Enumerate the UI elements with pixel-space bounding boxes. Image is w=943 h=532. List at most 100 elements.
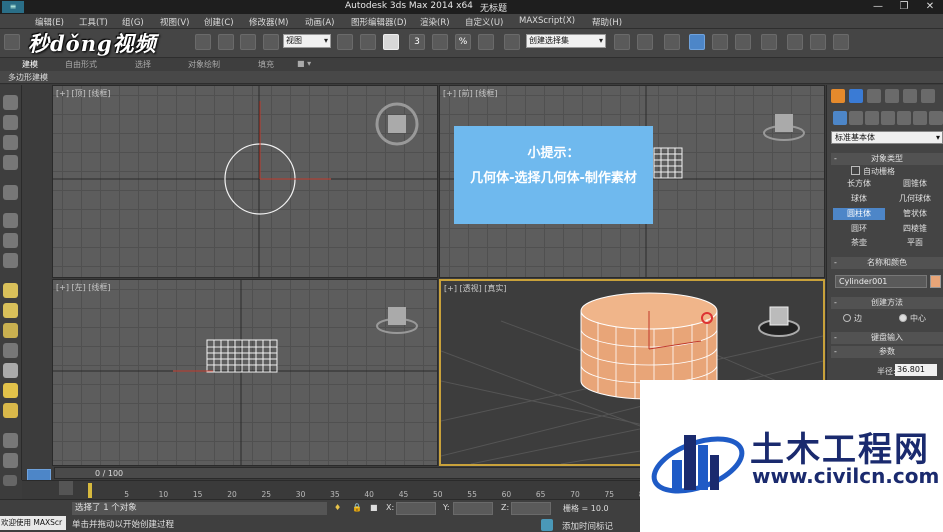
menu-group[interactable]: 组(G) [122,16,144,28]
eye-icon[interactable] [3,95,18,110]
angle-snap-icon[interactable] [432,34,448,50]
object-color-swatch[interactable] [930,275,941,288]
rotate-icon[interactable] [240,34,256,50]
align-icon[interactable] [637,34,653,50]
mini-curve-editor-icon[interactable] [59,481,73,495]
menu-modifiers[interactable]: 修改器(M) [249,16,288,28]
sun-icon[interactable] [3,383,18,398]
layer-manager-icon[interactable] [664,34,680,50]
menu-customize[interactable]: 自定义(U) [465,16,503,28]
lights-icon[interactable] [865,111,879,125]
rendered-frame-icon[interactable] [810,34,826,50]
graphite-tools-icon[interactable] [689,34,705,50]
named-selection-dropdown[interactable]: 创建选择集 [526,34,606,48]
shapes-icon[interactable] [849,111,863,125]
snap-toggle-icon[interactable]: 3 [409,34,425,50]
link-icon[interactable] [4,34,20,50]
ribbon-tab-modeling[interactable]: 建模 [22,59,38,70]
scale-icon[interactable] [263,34,279,50]
viewport-left[interactable]: [+] [左] [线框] [52,279,438,466]
cylinder-primitive-icon[interactable] [3,323,18,338]
select-object-icon[interactable] [3,115,18,130]
restore-button[interactable]: ❐ [891,0,917,14]
primitive-category-dropdown[interactable]: 标准基本体 [831,131,943,144]
plane-button[interactable]: 平面 [889,237,941,249]
teapot-button[interactable]: 茶壶 [833,237,885,249]
ribbon-tab-selection[interactable]: 选择 [135,59,151,70]
cameras-icon[interactable] [881,111,895,125]
time-slider[interactable]: 0 / 100 [54,467,644,479]
viewport-top[interactable]: [+] [顶] [线框] [52,85,438,278]
y-coordinate-field[interactable] [453,502,493,515]
cone-button[interactable]: 圆锥体 [889,178,941,190]
object-name-field[interactable]: Cylinder001 [835,275,927,288]
render-setup-icon[interactable] [787,34,803,50]
viewport-top-label[interactable]: [+] [顶] [线框] [56,88,111,99]
ribbon-tab-freeform[interactable]: 自由形式 [65,59,97,70]
menu-create[interactable]: 创建(C) [204,16,234,28]
parameters-rollout[interactable]: 参数 [831,346,943,358]
utilities-tab-icon[interactable] [921,89,935,103]
viewport-left-label[interactable]: [+] [左] [线框] [56,282,111,293]
polygon-modeling-label[interactable]: 多边形建模 [8,72,48,83]
material-editor-icon[interactable] [761,34,777,50]
ribbon-tab-populate[interactable]: 填充 [258,59,274,70]
modify-tab-icon[interactable] [849,89,863,103]
x-coordinate-field[interactable] [396,502,436,515]
list-icon-2[interactable] [3,155,18,170]
pyramid-button[interactable]: 四棱锥 [889,223,941,235]
menu-graph-editors[interactable]: 图形编辑器(D) [351,16,407,28]
object-type-rollout[interactable]: 对象类型 [831,153,943,165]
add-time-tag-button[interactable]: 添加时间标记 [562,520,613,532]
select-region-icon[interactable] [195,34,211,50]
pin-icon[interactable] [3,213,18,228]
creation-method-rollout[interactable]: 创建方法 [831,297,943,309]
pivot-icon[interactable] [337,34,353,50]
hierarchy-tab-icon[interactable] [867,89,881,103]
app-menu-icon[interactable]: ≡ [2,1,24,13]
create-tab-icon[interactable] [831,89,845,103]
geometry-icon[interactable] [833,111,847,125]
cone-icon[interactable] [3,363,18,378]
name-color-rollout[interactable]: 名称和颜色 [831,257,943,269]
absolute-mode-icon[interactable]: ■ [370,503,379,513]
isolate-icon[interactable]: ♦ [334,503,343,513]
helpers-icon[interactable] [897,111,911,125]
minimize-button[interactable]: — [865,0,891,14]
display-tab-icon[interactable] [903,89,917,103]
maxscript-listener[interactable]: 欢迎使用 MAXScr [0,516,66,530]
move-icon[interactable] [218,34,234,50]
edge-radio[interactable]: 边 [843,313,862,324]
curve-editor-icon[interactable] [712,34,728,50]
sphere-primitive-icon[interactable] [3,303,18,318]
keyboard-shortcut-icon[interactable] [383,34,399,50]
select-manipulate-icon[interactable] [360,34,376,50]
reference-coordinate-dropdown[interactable]: 视图 [283,34,331,48]
torus-button[interactable]: 圆环 [833,223,885,235]
light-icon[interactable] [3,185,18,200]
spinner-snap-icon[interactable] [478,34,494,50]
viewport-front-label[interactable]: [+] [前] [线框] [443,88,498,99]
menu-animation[interactable]: 动画(A) [305,16,334,28]
radius-field[interactable]: 36.801 [895,364,937,376]
percent-snap-icon[interactable]: % [455,34,471,50]
geosphere-button[interactable]: 几何球体 [889,193,941,205]
track-bar[interactable]: 5101520253035404550556065707580859095100 [22,480,790,499]
grid-icon[interactable] [3,433,18,448]
sphere-button[interactable]: 球体 [833,193,885,205]
keyboard-entry-rollout[interactable]: 键盘输入 [831,332,943,344]
menu-help[interactable]: 帮助(H) [592,16,622,28]
ribbon-options-icon[interactable]: ■ ▾ [297,59,311,68]
autogrid-checkbox[interactable]: 自动栅格 [851,166,895,177]
edit-named-selection-icon[interactable] [504,34,520,50]
teapot-icon[interactable] [3,343,18,358]
cylinder-button[interactable]: 圆柱体 [833,208,885,220]
particle-icon[interactable] [3,453,18,468]
systems-icon[interactable] [929,111,943,125]
torus-icon[interactable] [3,403,18,418]
schematic-view-icon[interactable] [735,34,751,50]
render-production-icon[interactable] [833,34,849,50]
time-tag-icon[interactable] [541,519,553,531]
list-icon[interactable] [3,135,18,150]
box-primitive-icon[interactable] [3,283,18,298]
